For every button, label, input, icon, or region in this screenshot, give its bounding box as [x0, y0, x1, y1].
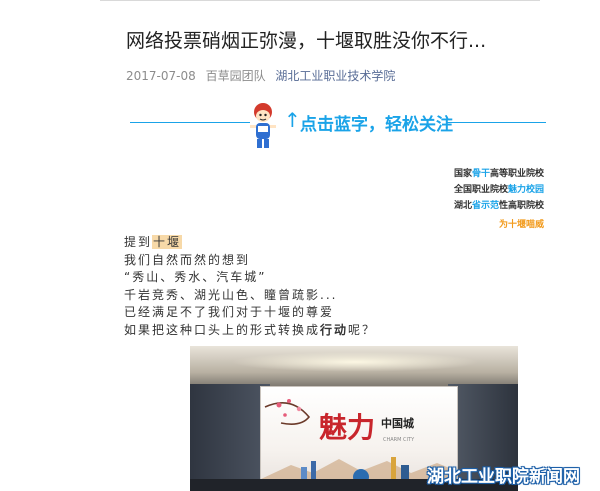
article-author: 百草园团队	[205, 69, 266, 83]
article-meta: 2017-07-08 百草园团队 湖北工业职业技术学院	[126, 67, 395, 84]
body-line: “秀山、秀水、汽车城”	[124, 270, 267, 284]
follow-banner[interactable]: ↑ 点击蓝字，轻松关注	[120, 100, 560, 152]
body-line: 提到十堰	[124, 235, 183, 249]
honor-slogan: 为十堰喵威	[498, 220, 544, 230]
logo-sub-text: 中国城	[381, 416, 414, 430]
logo-tag-text: CHARM CITY	[383, 437, 415, 443]
school-honors: 国家骨干高等职业院校 全国职业院校魅力校园 湖北省示范性高职院校 为十堰喵威	[454, 166, 544, 233]
body-line: 已经满足不了我们对于十堰的尊爱	[124, 305, 335, 319]
honor-line: 湖北省示范性高职院校	[453, 201, 544, 211]
honor-line: 国家骨干高等职业院校	[453, 169, 544, 179]
mascot-icon	[250, 103, 276, 148]
article-body: 提到十堰 我们自然而然的想到 “秀山、秀水、汽车城” 千岩竞秀、湖光山色、瞳曾疏…	[124, 234, 376, 339]
logo-main-text: 魅力	[319, 411, 375, 444]
account-link[interactable]: 湖北工业职业技术学院	[275, 69, 395, 83]
banner-divider-left	[130, 122, 250, 123]
photo-wall-left	[190, 384, 270, 491]
highlight-text: 十堰	[152, 235, 183, 249]
banner-divider-right	[446, 122, 546, 123]
article-page: 网络投票硝烟正弥漫，十堰取胜没你不行... 2017-07-08 百草园团队 湖…	[0, 0, 600, 491]
photo-light	[230, 352, 480, 372]
site-watermark: 湖北工业职院新闻网	[427, 467, 580, 487]
body-line: 千岩竞秀、湖光山色、瞳曾疏影...	[124, 287, 338, 302]
honor-line: 全国职业院校魅力校园	[453, 185, 544, 195]
publish-date: 2017-07-08	[126, 69, 196, 83]
follow-cta-text[interactable]: 点击蓝字，轻松关注	[300, 110, 453, 135]
up-arrow-icon: ↑	[284, 108, 301, 132]
top-divider	[100, 0, 540, 1]
body-line: 我们自然而然的想到	[124, 252, 251, 267]
article-title: 网络投票硝烟正弥漫，十堰取胜没你不行...	[126, 30, 487, 52]
body-line: 如果把这种口头上的形式转换成行动呢？	[124, 322, 377, 337]
